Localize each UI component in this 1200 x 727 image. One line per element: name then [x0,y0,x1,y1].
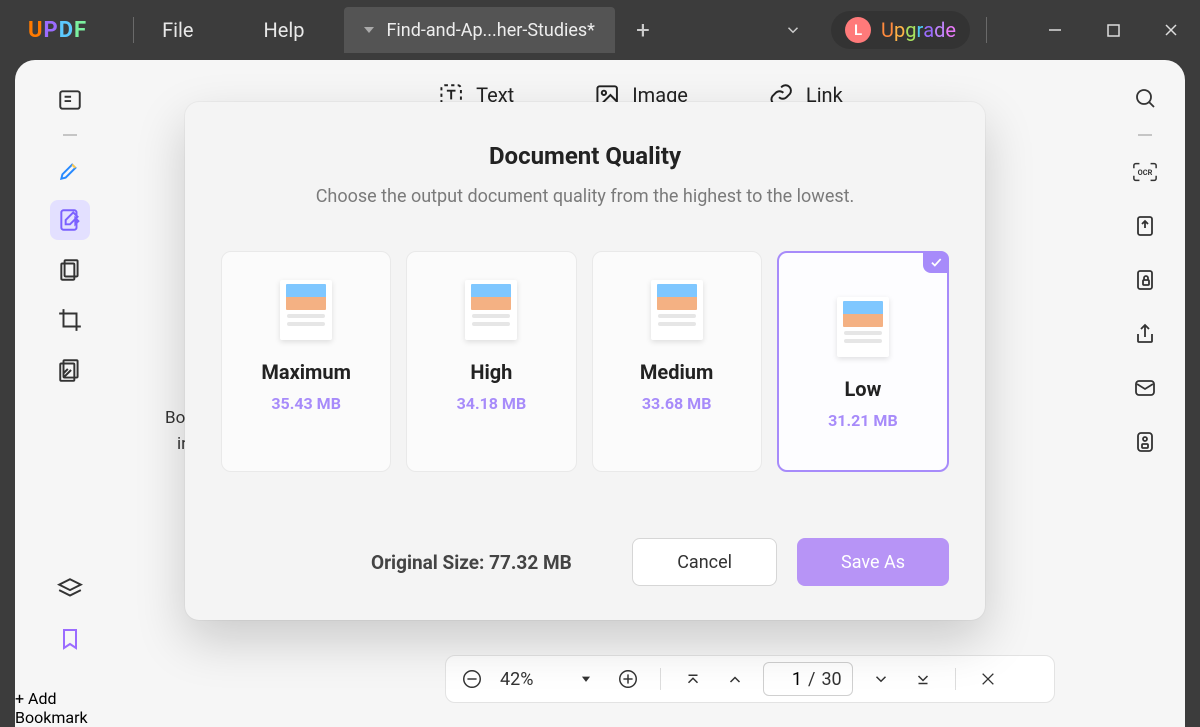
upgrade-label: Upgrade [881,18,956,42]
zoom-toolbar: 42% / 30 [445,655,1055,703]
search-icon[interactable] [1127,80,1163,116]
convert-icon[interactable] [1127,208,1163,244]
svg-text:OCR: OCR [1138,168,1153,177]
tab-menu-icon[interactable] [364,27,374,33]
logo-letter: D [59,18,74,43]
dialog-subtitle: Choose the output document quality from … [221,186,949,207]
print-icon[interactable] [1127,424,1163,460]
protect-icon[interactable] [1127,262,1163,298]
logo-letter: U [28,18,44,43]
page-current-input[interactable] [774,669,802,690]
option-size: 31.21 MB [828,411,898,430]
page-total: 30 [821,669,841,690]
option-size: 35.43 MB [271,394,341,413]
divider [63,134,77,136]
divider [955,668,956,690]
new-tab-button[interactable]: + [625,12,661,48]
dialog-title: Document Quality [221,142,949,170]
divider [660,668,661,690]
doc-thumb-icon [837,297,889,357]
ocr-icon[interactable]: OCR [1127,154,1163,190]
titlebar: U P D F File Help Find-and-Ap...her-Stud… [0,0,1200,60]
layers-icon[interactable] [50,569,90,609]
cancel-button[interactable]: Cancel [632,538,777,586]
pages-tool-icon[interactable] [50,250,90,290]
page-indicator[interactable]: / 30 [763,662,853,696]
divider [1138,134,1152,136]
option-size: 33.68 MB [642,394,712,413]
tab-bar: Find-and-Ap...her-Studies* + [344,7,661,53]
left-sidebar: + Add Bookmark [15,60,125,727]
quality-options: Maximum 35.43 MB High 34.18 MB Medium 33… [221,251,949,472]
next-page-icon[interactable] [867,665,895,693]
add-bookmark-button[interactable]: + Add Bookmark [15,689,125,727]
prev-page-icon[interactable] [721,665,749,693]
document-tab[interactable]: Find-and-Ap...her-Studies* [344,7,615,53]
save-as-button[interactable]: Save As [797,538,949,586]
divider [986,17,987,43]
option-label: Medium [640,360,713,384]
right-sidebar: OCR [1105,60,1185,727]
highlighter-tool-icon[interactable] [50,150,90,190]
share-icon[interactable] [1127,316,1163,352]
upgrade-button[interactable]: L Upgrade [831,11,970,49]
checkmark-icon [923,251,949,273]
tabs-dropdown-icon[interactable] [781,18,805,42]
doc-thumb-icon [651,280,703,340]
option-label: Low [844,377,881,401]
email-icon[interactable] [1127,370,1163,406]
zoom-out-icon[interactable] [458,665,486,693]
workspace: + Add Bookmark Bool int Text Image Link … [15,60,1185,727]
bookmark-icon[interactable] [50,619,90,659]
option-size: 34.18 MB [457,394,527,413]
edit-tool-icon[interactable] [50,200,90,240]
menu-help[interactable]: Help [263,18,304,42]
app-logo: U P D F [28,18,87,43]
window-controls [1026,0,1200,60]
close-bar-icon[interactable] [974,665,1002,693]
logo-letter: F [74,18,87,43]
quality-option-high[interactable]: High 34.18 MB [406,251,576,472]
option-label: Maximum [261,360,351,384]
last-page-icon[interactable] [909,665,937,693]
doc-thumb-icon [465,280,517,340]
crop-tool-icon[interactable] [50,300,90,340]
watermark-tool-icon[interactable] [50,350,90,390]
reader-tool-icon[interactable] [50,80,90,120]
quality-option-low[interactable]: Low 31.21 MB [777,251,949,472]
zoom-value[interactable]: 42% [500,669,558,690]
maximize-button[interactable] [1084,0,1142,60]
close-button[interactable] [1142,0,1200,60]
original-size-label: Original Size: 77.32 MB [371,551,572,574]
minimize-button[interactable] [1026,0,1084,60]
avatar: L [845,17,871,43]
document-quality-dialog: Document Quality Choose the output docum… [185,102,985,620]
doc-thumb-icon [280,280,332,340]
zoom-in-icon[interactable] [614,665,642,693]
quality-option-maximum[interactable]: Maximum 35.43 MB [221,251,391,472]
menu-file[interactable]: File [162,18,193,42]
quality-option-medium[interactable]: Medium 33.68 MB [592,251,762,472]
first-page-icon[interactable] [679,665,707,693]
logo-letter: P [44,18,59,43]
option-label: High [470,360,512,384]
menu-bar: File Help [162,18,304,42]
zoom-dropdown-icon[interactable] [572,665,600,693]
divider [133,17,134,43]
dialog-footer: Original Size: 77.32 MB Cancel Save As [221,538,949,586]
page-sep: / [808,669,815,690]
tab-title: Find-and-Ap...her-Studies* [386,20,595,41]
